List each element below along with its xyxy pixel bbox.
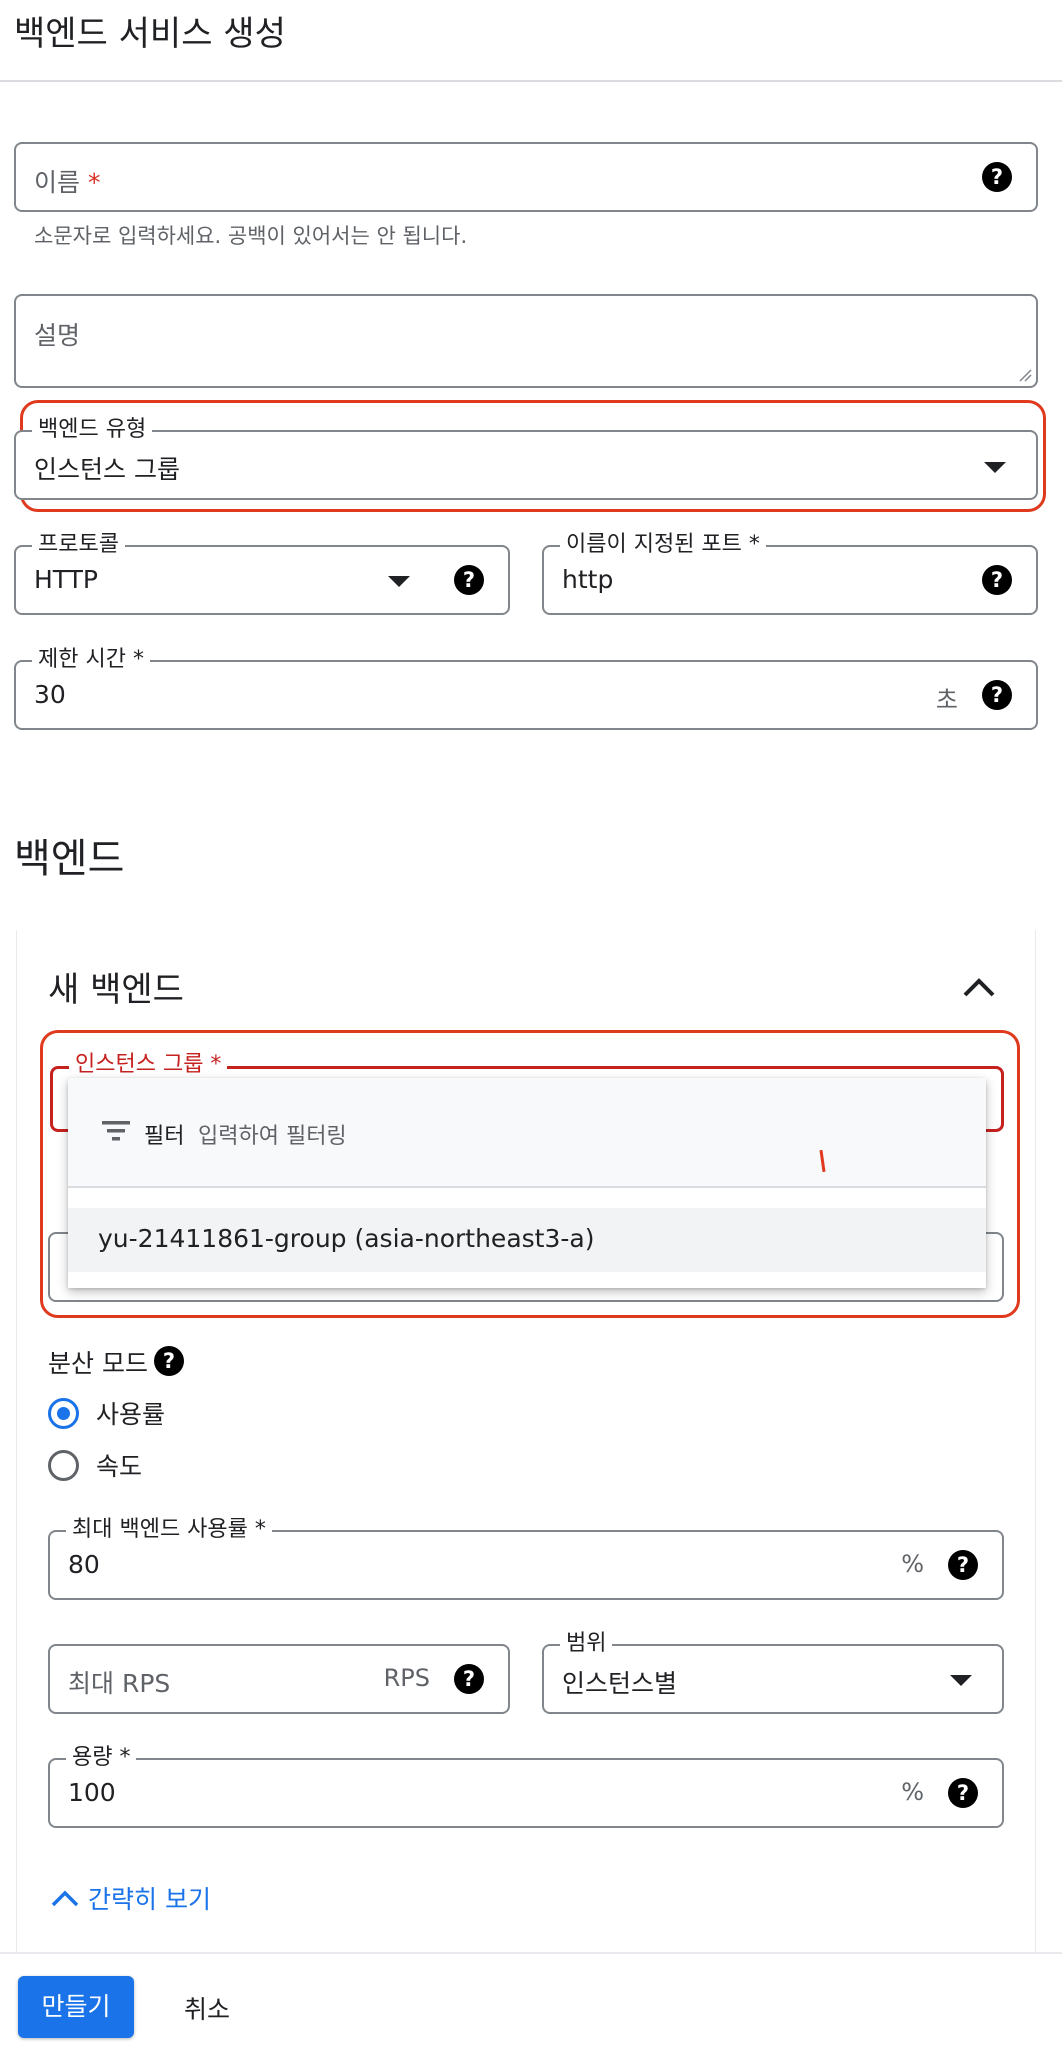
max-utilization-label: 최대 백엔드 사용률 * — [66, 1516, 272, 1544]
help-icon[interactable]: ? — [454, 565, 484, 595]
help-icon[interactable]: ? — [154, 1346, 184, 1376]
capacity-value: 100 — [68, 1778, 116, 1807]
footer-bar — [0, 1952, 1062, 2046]
create-button[interactable]: 만들기 — [18, 1976, 134, 2038]
dropdown-option-label: yu-21411861-group (asia-northeast3-a) — [98, 1224, 595, 1253]
backend-type-value: 인스턴스 그룹 — [34, 455, 180, 484]
help-icon[interactable]: ? — [982, 162, 1012, 192]
chevron-up-icon[interactable] — [962, 976, 996, 998]
filter-label: 필터 — [144, 1124, 185, 1149]
description-field[interactable]: 설명 — [14, 294, 1038, 388]
filter-row[interactable]: 필터 입력하여 필터링 — [68, 1078, 986, 1186]
resize-handle-icon[interactable] — [1018, 368, 1032, 382]
radio-rate-label: 속도 — [96, 1452, 143, 1481]
radio-utilization[interactable] — [48, 1398, 79, 1429]
named-port-label: 이름이 지정된 포트 * — [560, 531, 766, 559]
backend-type-select[interactable]: 백엔드 유형 인스턴스 그룹 — [14, 416, 1038, 500]
help-icon[interactable]: ? — [454, 1664, 484, 1694]
radio-utilization-label: 사용률 — [96, 1400, 166, 1429]
name-field[interactable]: 이름 * ? — [14, 142, 1038, 212]
radio-rate[interactable] — [48, 1450, 79, 1481]
max-rps-placeholder: 최대 RPS — [68, 1669, 171, 1698]
max-rps-field[interactable]: 최대 RPS RPS ? — [48, 1644, 510, 1714]
protocol-value: HTTP — [34, 565, 98, 594]
required-asterisk: * — [87, 168, 101, 197]
instance-group-dropdown: 필터 입력하여 필터링 yu-21411861-group (asia-nort… — [68, 1078, 986, 1288]
chevron-up-icon — [51, 1890, 79, 1907]
description-placeholder: 설명 — [34, 321, 81, 350]
cancel-button[interactable]: 취소 — [184, 1990, 230, 2026]
max-rps-unit: RPS — [383, 1664, 430, 1692]
max-utilization-value: 80 — [68, 1550, 100, 1579]
new-backend-title: 새 백엔드 — [48, 970, 184, 1010]
capacity-unit: % — [901, 1778, 924, 1806]
dropdown-divider — [68, 1186, 986, 1188]
help-icon[interactable]: ? — [948, 1778, 978, 1808]
protocol-select[interactable]: 프로토콜 HTTP ? — [14, 531, 510, 615]
capacity-label: 용량 * — [66, 1744, 137, 1772]
max-utilization-unit: % — [901, 1550, 924, 1578]
timeout-label: 제한 시간 * — [32, 646, 150, 674]
backend-type-label: 백엔드 유형 — [32, 416, 153, 444]
collapse-link-label: 간략히 보기 — [88, 1885, 211, 1914]
named-port-field[interactable]: 이름이 지정된 포트 * http ? — [542, 531, 1038, 615]
protocol-label: 프로토콜 — [32, 531, 125, 559]
scope-select[interactable]: 범위 인스턴스별 — [542, 1630, 1004, 1714]
text-cursor — [819, 1149, 826, 1173]
arrow-drop-down-icon — [388, 576, 410, 587]
arrow-drop-down-icon — [984, 462, 1006, 473]
radio-selected-dot — [57, 1407, 70, 1420]
filter-list-icon — [102, 1121, 130, 1141]
timeout-value: 30 — [34, 680, 66, 709]
header-divider — [0, 80, 1062, 82]
scope-label: 범위 — [560, 1630, 613, 1658]
help-icon[interactable]: ? — [982, 565, 1012, 595]
name-field-placeholder: 이름 — [34, 168, 81, 197]
scope-value: 인스턴스별 — [562, 1669, 678, 1698]
help-icon[interactable]: ? — [948, 1550, 978, 1580]
backends-heading: 백엔드 — [14, 836, 125, 882]
arrow-drop-down-icon — [950, 1675, 972, 1686]
timeout-field[interactable]: 제한 시간 * 30 초 ? — [14, 646, 1038, 730]
balancing-mode-label: 분산 모드 — [48, 1349, 148, 1378]
dropdown-option[interactable]: yu-21411861-group (asia-northeast3-a) — [68, 1208, 986, 1272]
capacity-field[interactable]: 용량 * 100 % ? — [48, 1744, 1004, 1828]
instance-group-label: 인스턴스 그룹 * — [69, 1051, 228, 1079]
timeout-unit: 초 — [935, 686, 958, 714]
max-utilization-field[interactable]: 최대 백엔드 사용률 * 80 % ? — [48, 1516, 1004, 1600]
filter-input[interactable]: 입력하여 필터링 — [198, 1118, 347, 1150]
help-icon[interactable]: ? — [982, 680, 1012, 710]
named-port-value: http — [562, 565, 614, 594]
page-title: 백엔드 서비스 생성 — [14, 14, 286, 54]
name-hint: 소문자로 입력하세요. 공백이 있어서는 안 됩니다. — [34, 224, 468, 248]
